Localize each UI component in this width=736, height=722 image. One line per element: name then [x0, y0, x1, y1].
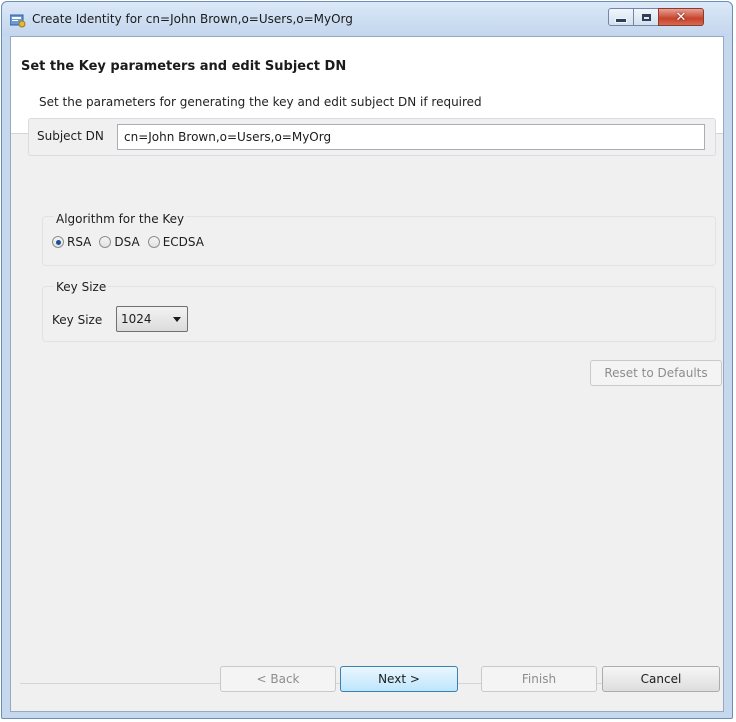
- back-button[interactable]: < Back: [220, 666, 336, 692]
- title-bar[interactable]: Create Identity for cn=John Brown,o=User…: [2, 2, 732, 36]
- radio-ecdsa-label[interactable]: ECDSA: [163, 235, 204, 249]
- finish-button[interactable]: Finish: [481, 666, 597, 692]
- certificate-icon: [10, 14, 26, 28]
- radio-rsa[interactable]: RSA: [52, 235, 91, 249]
- algorithm-legend: Algorithm for the Key: [54, 212, 187, 226]
- close-icon: ✕: [675, 9, 687, 25]
- maximize-icon: [641, 13, 651, 21]
- minimize-button[interactable]: [608, 8, 634, 26]
- page-title: Set the Key parameters and edit Subject …: [21, 59, 347, 74]
- key-size-legend: Key Size: [54, 280, 109, 294]
- radio-unselected-icon[interactable]: [99, 236, 112, 248]
- algorithm-radio-row: RSA DSA ECDSA: [52, 235, 204, 249]
- window-title: Create Identity for cn=John Brown,o=User…: [32, 12, 353, 26]
- radio-selected-icon[interactable]: [52, 236, 64, 248]
- dropdown-arrow-icon[interactable]: [173, 317, 181, 322]
- radio-dsa[interactable]: DSA: [99, 235, 140, 249]
- subject-dn-group: Subject DN: [28, 118, 716, 156]
- maximize-button[interactable]: [633, 8, 659, 26]
- page-description: Set the parameters for generating the ke…: [39, 95, 482, 109]
- key-size-select[interactable]: 1024: [116, 306, 188, 332]
- minimize-icon: [615, 17, 627, 23]
- radio-dsa-label[interactable]: DSA: [114, 235, 139, 249]
- key-size-value: 1024: [121, 312, 152, 326]
- subject-dn-input[interactable]: [117, 124, 705, 150]
- cancel-button[interactable]: Cancel: [602, 666, 720, 692]
- radio-unselected-icon[interactable]: [147, 236, 160, 248]
- key-size-label: Key Size: [52, 313, 103, 327]
- radio-rsa-label[interactable]: RSA: [67, 235, 91, 249]
- next-button[interactable]: Next >: [340, 666, 458, 692]
- subject-dn-label: Subject DN: [37, 129, 104, 143]
- close-button[interactable]: ✕: [658, 8, 704, 26]
- radio-ecdsa[interactable]: ECDSA: [147, 235, 204, 249]
- reset-to-defaults-button[interactable]: Reset to Defaults: [590, 360, 722, 386]
